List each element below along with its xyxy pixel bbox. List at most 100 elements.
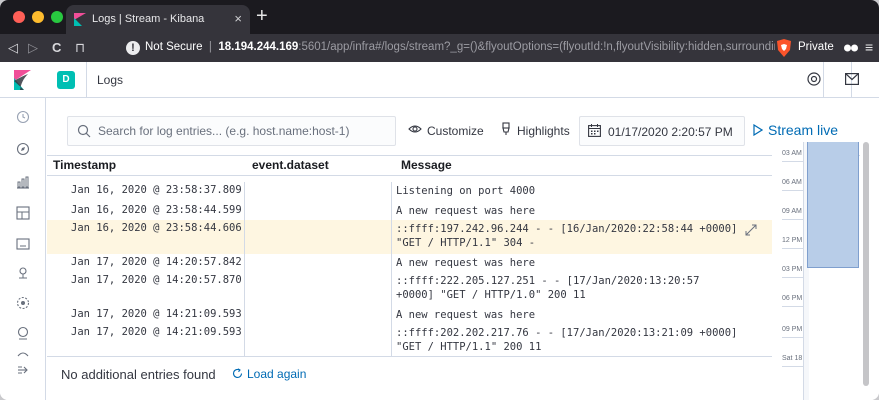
minimap-tick-line [782, 366, 804, 367]
log-row[interactable]: Jan 16, 2020 @ 23:58:37.809 Listening on… [47, 182, 772, 202]
maps-icon[interactable] [16, 266, 30, 280]
log-search-field[interactable] [67, 116, 396, 146]
url-path: :5601/app/infra#/logs/stream?_g=()&flyou… [298, 41, 775, 53]
customize-button[interactable]: Customize [427, 124, 484, 138]
maximize-window-button[interactable] [51, 11, 63, 23]
log-row[interactable]: Jan 17, 2020 @ 14:21:09.593 ::ffff:202.2… [47, 324, 772, 356]
column-header-event-dataset[interactable]: event.dataset [252, 158, 329, 172]
no-more-entries-text: No additional entries found [61, 367, 216, 382]
minimap-tick: 12 PM [782, 237, 803, 244]
logs-toolbar: Customize Highlights 01/17/2020 2:20:57 … [47, 98, 860, 156]
help-icon[interactable] [807, 72, 821, 86]
minimap-tick-line [782, 337, 804, 338]
back-icon[interactable]: ◁ [8, 40, 18, 56]
log-stream: Timestamp event.dataset Message Jan 16, … [47, 156, 772, 356]
address-bar[interactable]: ! Not Secure | 18.194.244.169:5601/app/i… [114, 37, 802, 59]
ml-icon[interactable] [16, 296, 30, 310]
stream-live-button[interactable]: Stream live [768, 122, 838, 138]
minimize-window-button[interactable] [32, 11, 44, 23]
log-message: ::ffff:202.202.217.76 - - [17/Jan/2020:1… [396, 327, 744, 353]
date-picker[interactable]: 01/17/2020 2:20:57 PM [579, 116, 745, 146]
load-again-link[interactable]: Load again [247, 367, 306, 381]
close-window-button[interactable] [13, 11, 25, 23]
log-table-header: Timestamp event.dataset Message [47, 156, 772, 176]
newsfeed-mail-icon[interactable] [845, 73, 859, 85]
header-divider [86, 62, 87, 98]
minimap-tick: 06 PM [782, 295, 803, 302]
highlights-button[interactable]: Highlights [517, 124, 570, 138]
logs-app-icon[interactable] [16, 348, 30, 362]
search-icon [77, 124, 91, 138]
not-secure-warning-icon[interactable]: ! [126, 41, 140, 55]
log-message: A new request was here [396, 309, 536, 321]
browser-menu-icon[interactable]: ≡ [865, 39, 873, 55]
log-row[interactable]: Jan 17, 2020 @ 14:20:57.842 A new reques… [47, 254, 772, 272]
log-row[interactable]: Jan 16, 2020 @ 23:58:44.599 A new reques… [47, 202, 772, 220]
log-timestamp: Jan 16, 2020 @ 23:58:44.599 [47, 202, 245, 220]
tab-close-icon[interactable]: × [234, 11, 242, 26]
scrollbar-thumb[interactable] [863, 142, 869, 386]
column-header-message[interactable]: Message [401, 158, 452, 172]
url-separator: | [205, 41, 216, 53]
log-stream-footer: No additional entries found Load again [47, 356, 772, 390]
expand-row-icon[interactable] [745, 224, 757, 236]
customize-eye-icon[interactable] [408, 122, 422, 136]
minimap-tick: 03 AM [782, 150, 802, 157]
log-dataset [246, 306, 392, 324]
log-message: A new request was here [396, 257, 536, 269]
log-timestamp: Jan 16, 2020 @ 23:58:44.606 [47, 220, 245, 254]
bookmark-icon[interactable]: ⊓ [75, 40, 85, 56]
infrastructure-icon[interactable] [16, 326, 30, 340]
refresh-icon[interactable] [232, 368, 243, 379]
new-tab-button[interactable]: + [256, 6, 268, 26]
log-search-input[interactable] [98, 122, 388, 140]
date-value: 01/17/2020 2:20:57 PM [608, 125, 733, 139]
log-message: ::ffff:197.242.96.244 - - [16/Jan/2020:2… [396, 223, 744, 249]
breadcrumb-logs[interactable]: Logs [97, 73, 123, 87]
recently-viewed-icon[interactable] [16, 110, 30, 124]
log-message: A new request was here [396, 205, 536, 217]
minimap-tick-line [782, 277, 804, 278]
calendar-icon [588, 124, 601, 137]
log-dataset [246, 202, 392, 220]
log-dataset [246, 182, 392, 202]
url-text[interactable]: Not Secure | 18.194.244.169:5601/app/inf… [145, 41, 775, 53]
collapse-nav-icon[interactable] [16, 363, 30, 377]
minimap-viewport-highlight[interactable] [807, 142, 859, 268]
column-header-timestamp[interactable]: Timestamp [53, 158, 116, 172]
forward-icon[interactable]: ▷ [28, 40, 38, 56]
side-nav [0, 98, 46, 400]
log-row-hovered[interactable]: Jan 16, 2020 @ 23:58:44.606 ::ffff:197.2… [47, 220, 772, 254]
log-row[interactable]: Jan 17, 2020 @ 14:21:09.593 A new reques… [47, 306, 772, 324]
highlighter-icon[interactable] [499, 122, 513, 136]
kibana-logo-icon[interactable] [14, 70, 31, 90]
minimap-tick: 09 AM [782, 208, 802, 215]
log-row[interactable]: Jan 17, 2020 @ 14:20:57.870 ::ffff:222.2… [47, 272, 772, 306]
log-timestamp: Jan 17, 2020 @ 14:21:09.593 [47, 324, 245, 356]
brave-shield-icon[interactable] [776, 39, 792, 57]
minimap-tick-line [782, 306, 804, 307]
canvas-icon[interactable] [16, 237, 30, 251]
private-mask-icon [844, 44, 858, 52]
tab-title: Logs | Stream - Kibana [92, 13, 205, 25]
kibana-favicon-icon [74, 13, 86, 26]
reload-icon[interactable]: C [52, 40, 61, 56]
log-timestamp: Jan 17, 2020 @ 14:20:57.842 [47, 254, 245, 272]
browser-tab-active[interactable]: Logs | Stream - Kibana × [66, 5, 250, 34]
space-avatar[interactable]: D [57, 71, 75, 89]
minimap-tick: Sat 18 [782, 355, 803, 362]
page-scrollbar[interactable] [860, 98, 879, 400]
minimap-tick: 03 PM [782, 266, 803, 273]
log-minimap[interactable]: 03 AM 06 AM 09 AM 12 PM 03 PM 06 PM 09 P… [772, 142, 859, 400]
log-message: Listening on port 4000 [396, 185, 536, 197]
play-icon[interactable] [753, 124, 763, 136]
minimap-tick: 09 PM [782, 326, 803, 333]
security-label: Not Secure [145, 41, 203, 53]
minimap-tick: 06 AM [782, 179, 802, 186]
log-timestamp: Jan 17, 2020 @ 14:21:09.593 [47, 306, 245, 324]
discover-compass-icon[interactable] [16, 142, 30, 156]
browser-window: Logs | Stream - Kibana × + ◁ ▷ C ⊓ ! Not… [0, 0, 879, 400]
dashboard-icon[interactable] [16, 206, 30, 220]
log-dataset [246, 254, 392, 272]
visualize-icon[interactable] [16, 175, 30, 189]
